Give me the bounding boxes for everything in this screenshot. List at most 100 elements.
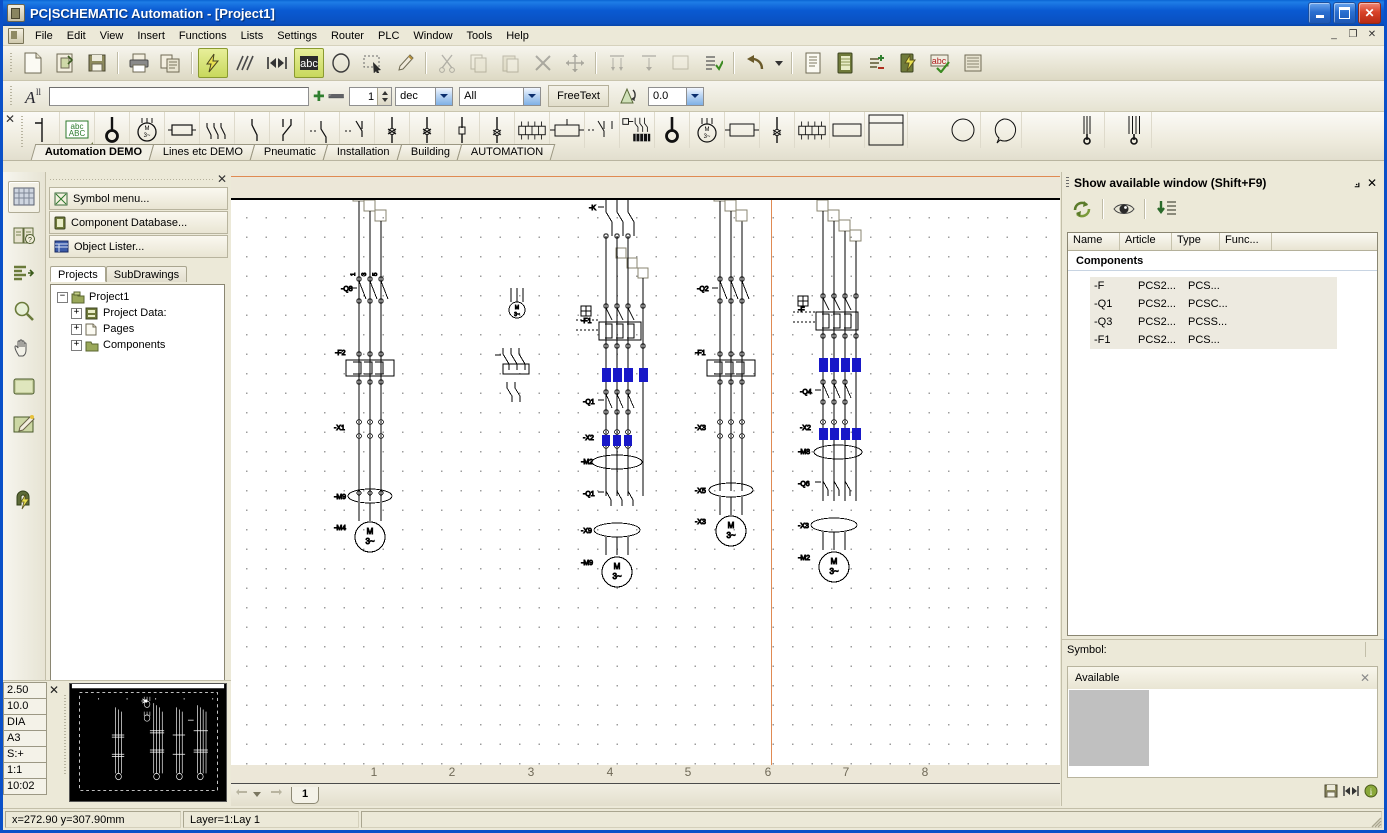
palette-symbol-multi-contact[interactable] [200,112,235,148]
panel-builder-button[interactable] [958,48,988,78]
palette-symbol-earth[interactable] [760,112,795,148]
table-row[interactable]: -Q1 PCS2... PCSC... [1090,295,1337,313]
palette-symbol-coil-box[interactable] [550,112,585,148]
edit-page-tool-button[interactable] [8,409,40,441]
table-row[interactable]: -F PCS2... PCS... [1090,277,1337,295]
new-file-button[interactable] [18,48,48,78]
palette-tab-lines-etc-demo[interactable]: Lines etc DEMO [149,144,256,160]
chevron-down-icon-2[interactable] [523,88,540,105]
text-mode-button[interactable]: abc [294,48,324,78]
print-button[interactable] [124,48,154,78]
palette-tab-pneumatic[interactable]: Pneumatic [250,144,329,160]
zoom-cell-ratio[interactable]: 1:1 [3,762,47,779]
menu-item-file[interactable]: File [28,28,60,44]
info-icon[interactable]: i [1364,784,1378,801]
menu-item-view[interactable]: View [93,28,131,44]
refresh-icon[interactable] [1066,195,1098,223]
palette-symbol-dashed-no[interactable] [305,112,340,148]
pan-tool-button[interactable] [8,333,40,365]
left-panel-drag-handle[interactable] [50,177,213,182]
zoom-cell-snap[interactable]: S:+ [3,746,47,763]
unit-combo[interactable]: dec [395,87,453,106]
add-remove-button[interactable] [862,48,892,78]
palette-symbol-contact-stud[interactable] [655,112,690,148]
mirror-icon[interactable] [1343,784,1359,801]
tree-expander-2[interactable]: + [71,324,82,335]
available-thumbnail[interactable] [1069,690,1149,766]
text-style-icon[interactable]: All [18,81,48,111]
list-settings-button[interactable] [698,48,728,78]
open-file-button[interactable] [50,48,80,78]
column-header-func[interactable]: Func... [1220,233,1272,250]
mirror-text-icon[interactable] [614,81,644,111]
grid-tool-button[interactable] [8,181,40,213]
palette-symbol-plc-module[interactable] [620,112,655,148]
page-tool-button[interactable] [8,371,40,403]
page-tab-1[interactable]: 1 [291,787,319,804]
size-spinner[interactable]: 1 [349,87,392,106]
manual-tool-button[interactable]: ? [8,219,40,251]
preview-thumbnail[interactable] [69,683,227,802]
palette-symbol-abc-text[interactable]: abcABC [60,112,95,148]
available-header[interactable]: Available ✕ [1067,666,1378,690]
text-toolbar-grip[interactable] [8,84,14,108]
palette-symbol-box[interactable] [725,112,760,148]
magnet-snap-tool-button[interactable] [8,484,40,516]
palette-symbol-lamp[interactable] [445,112,480,148]
zoom-cell-time[interactable]: 10:02 [3,778,47,795]
chevron-down-icon-3[interactable] [686,88,703,105]
align-button-2[interactable] [634,48,664,78]
tab-subdrawings[interactable]: SubDrawings [106,266,187,282]
palette-symbol-cable-4[interactable] [1117,112,1152,148]
symbol-menu-button[interactable]: Symbol menu... [49,187,228,210]
document-list-button[interactable] [798,48,828,78]
tree-node-project1[interactable]: − Project1 [51,289,224,305]
increase-icon[interactable]: ✚ [313,89,325,103]
menu-item-window[interactable]: Window [406,28,459,44]
circle-mode-button[interactable] [326,48,356,78]
tree-expander-3[interactable]: + [71,340,82,351]
palette-symbol-panel[interactable] [865,112,908,148]
area-select-button[interactable] [358,48,388,78]
table-row[interactable]: -Q3 PCS2... PCSS... [1090,313,1337,331]
list-tool-button[interactable] [8,257,40,289]
eye-visible-icon[interactable] [1108,195,1140,223]
menu-item-plc[interactable]: PLC [371,28,406,44]
tree-node-components[interactable]: + Components [51,337,224,353]
nav-next-icon[interactable] [269,788,283,803]
palette-symbol-motor-3ph[interactable]: M3~ [130,112,165,148]
lines-mode-button[interactable] [230,48,260,78]
print-preview-button[interactable] [156,48,186,78]
palette-symbol-fuse[interactable] [375,112,410,148]
component-database-button[interactable] [830,48,860,78]
menu-item-edit[interactable]: Edit [60,28,93,44]
resize-grip-icon[interactable] [1368,814,1382,828]
symbol-mode-button[interactable] [262,48,292,78]
mdi-minimize-button[interactable]: _ [1326,27,1342,41]
delete-button[interactable] [528,48,558,78]
palette-symbol-plc-connector[interactable] [585,112,620,148]
right-panel-drag-handle[interactable] [1066,177,1069,189]
save-file-button[interactable] [82,48,112,78]
zoom-cell-papersize[interactable]: A3 [3,730,47,747]
column-header-article[interactable]: Article [1120,233,1172,250]
angle-combo[interactable]: 0.0 [648,87,704,106]
ruler-top[interactable] [231,172,1060,200]
palette-symbol-no-contact[interactable] [235,112,270,148]
save-icon[interactable] [1324,784,1338,801]
palette-close-icon[interactable]: ✕ [5,114,18,125]
palette-symbol-relay-coil[interactable] [165,112,200,148]
toolbar-grip[interactable] [8,51,14,75]
zoom-cell-scale[interactable]: 2.50 [3,682,47,699]
zoom-tool-button[interactable] [8,295,40,327]
object-lister-button[interactable]: Object Lister... [49,235,228,258]
cut-button[interactable] [432,48,462,78]
insert-down-icon[interactable] [1150,195,1182,223]
tab-projects[interactable]: Projects [50,266,106,282]
zoom-cell-dia[interactable]: DIA [3,714,47,731]
palette-symbol-terminal[interactable] [25,112,60,148]
chevron-down-icon[interactable] [435,88,452,105]
column-header-type[interactable]: Type [1172,233,1220,250]
menu-item-lists[interactable]: Lists [234,28,271,44]
tree-expander-0[interactable]: − [57,292,68,303]
